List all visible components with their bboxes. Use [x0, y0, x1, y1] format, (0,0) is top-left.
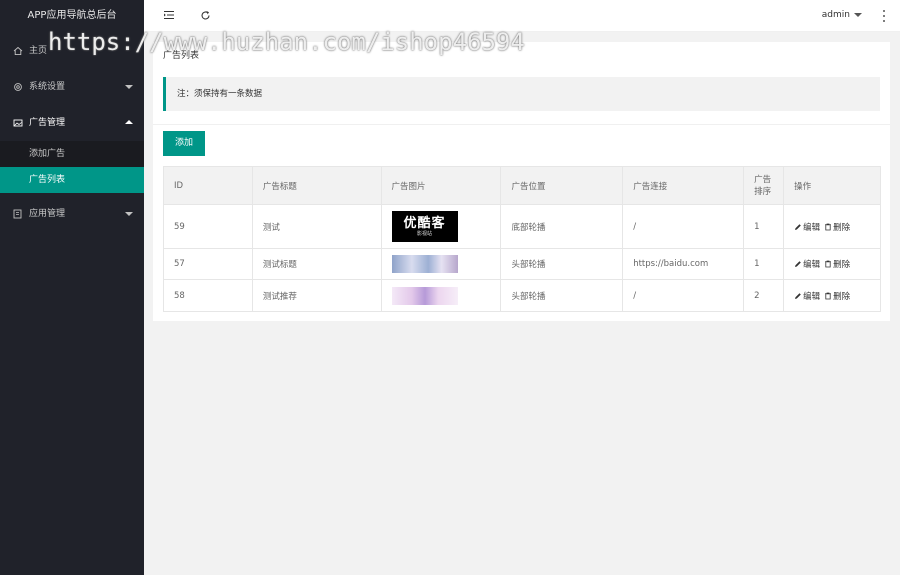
col-header-actions: 操作: [783, 166, 881, 205]
cell-sort: 1: [743, 248, 785, 280]
edit-button[interactable]: 编辑: [794, 258, 820, 270]
trash-icon: [825, 292, 832, 299]
col-header-sort: 广告 排序: [743, 166, 785, 205]
sidebar-item-label: 主页: [29, 46, 48, 56]
edit-label: 编辑: [803, 260, 821, 270]
cell-position: 头部轮播: [500, 248, 624, 280]
sidebar-item-label: 应用管理: [29, 209, 66, 219]
cell-actions: 编辑 删除: [783, 248, 881, 280]
username: admin: [821, 10, 850, 20]
caret-down-icon: [854, 13, 862, 17]
sidebar-item-ads[interactable]: 广告管理: [0, 105, 144, 141]
sidebar-subitem-add-ad[interactable]: 添加广告: [0, 141, 144, 167]
edit-label: 编辑: [803, 291, 821, 302]
sidebar-item-apps[interactable]: 应用管理: [0, 196, 144, 232]
cell-id: 58: [163, 279, 253, 312]
chevron-down-icon: [125, 212, 133, 216]
top-header: admin: [144, 0, 900, 32]
add-button[interactable]: 添加: [163, 131, 205, 156]
image-icon: [13, 118, 23, 128]
sidebar: APP应用导航总后台 主页 系统设置 广告管理 添加广告 广告列表 应用管理: [0, 0, 144, 575]
logo-text: 优酷客: [403, 216, 446, 231]
delete-label: 删除: [833, 291, 851, 302]
ad-thumbnail[interactable]: [391, 255, 458, 273]
cell-sort: 1: [743, 204, 785, 249]
cell-sort: 2: [743, 279, 785, 312]
collapse-menu-icon[interactable]: [162, 8, 176, 22]
edit-icon: [795, 223, 801, 230]
logo-subtext: 影视站: [417, 231, 433, 237]
cell-actions: 编辑 删除: [783, 279, 881, 312]
user-menu[interactable]: admin: [822, 10, 862, 20]
cell-link: /: [622, 279, 745, 312]
col-header-sort-line1: 广告: [754, 174, 772, 185]
delete-button[interactable]: 删除: [824, 258, 850, 270]
notice-banner: 注：须保持有一条数据: [163, 77, 880, 111]
chevron-down-icon: [125, 85, 133, 89]
cell-link: https://baidu.com: [622, 248, 745, 280]
sidebar-item-home[interactable]: 主页: [0, 33, 144, 69]
edit-icon: [795, 261, 801, 267]
delete-label: 删除: [833, 260, 851, 270]
ads-table: ID 广告标题 广告图片 广告位置 广告连接 广告 排序 操作 59 测试 优酷…: [163, 166, 881, 312]
cell-image: [380, 248, 502, 280]
table-row: 59 测试 优酷客 影视站 底部轮播 / 1 编辑 删除: [163, 204, 881, 249]
cell-actions: 编辑 删除: [783, 204, 881, 249]
ads-submenu: 添加广告 广告列表: [0, 141, 144, 193]
home-icon: [13, 46, 23, 56]
delete-button[interactable]: 删除: [824, 290, 850, 302]
sidebar-item-settings[interactable]: 系统设置: [0, 69, 144, 105]
app-icon: [13, 209, 23, 219]
cell-position: 头部轮播: [500, 279, 624, 312]
app-title: APP应用导航总后台: [27, 10, 117, 21]
cell-title: 测试标题: [251, 248, 382, 280]
cell-title: 测试: [251, 204, 382, 249]
cell-id: 57: [163, 248, 253, 280]
delete-button[interactable]: 删除: [824, 221, 850, 233]
col-header-image: 广告图片: [380, 166, 502, 205]
col-header-sort-line2: 排序: [754, 186, 772, 197]
cell-image: 优酷客 影视站: [380, 204, 502, 249]
table-row: 58 测试推荐 头部轮播 / 2 编辑 删除: [163, 279, 881, 312]
sidebar-item-label: 广告管理: [29, 118, 66, 128]
card-title: 广告列表: [163, 51, 200, 61]
col-header-position: 广告位置: [500, 166, 624, 205]
edit-button[interactable]: 编辑: [794, 290, 820, 302]
gear-icon: [13, 82, 23, 92]
sidebar-item-label: 系统设置: [29, 82, 66, 92]
cell-position: 底部轮播: [500, 204, 624, 249]
table-header-row: ID 广告标题 广告图片 广告位置 广告连接 广告 排序 操作: [163, 166, 881, 205]
chevron-up-icon: [125, 120, 133, 124]
table-row: 57 测试标题 头部轮播 https://baidu.com 1 编辑 删除: [163, 248, 881, 280]
ad-thumbnail[interactable]: 优酷客 影视站: [391, 211, 458, 242]
divider: [153, 124, 890, 125]
sidebar-subitem-ad-list[interactable]: 广告列表: [0, 167, 144, 193]
cell-id: 59: [163, 204, 253, 249]
col-header-link: 广告连接: [622, 166, 745, 205]
edit-icon: [795, 292, 801, 299]
edit-label: 编辑: [803, 222, 821, 233]
cell-image: [380, 279, 502, 312]
trash-icon: [825, 223, 832, 230]
refresh-icon[interactable]: [198, 8, 212, 22]
trash-icon: [825, 260, 832, 268]
cell-link: /: [622, 204, 745, 249]
col-header-title: 广告标题: [251, 166, 382, 205]
content-card: 广告列表 注：须保持有一条数据 添加 ID 广告标题 广告图片 广告位置 广告连…: [153, 42, 890, 321]
delete-label: 删除: [833, 222, 851, 233]
col-header-id: ID: [163, 166, 253, 205]
more-vertical-icon[interactable]: [882, 9, 886, 23]
ad-thumbnail[interactable]: [391, 286, 458, 305]
edit-button[interactable]: 编辑: [794, 221, 820, 233]
cell-title: 测试推荐: [251, 279, 382, 312]
